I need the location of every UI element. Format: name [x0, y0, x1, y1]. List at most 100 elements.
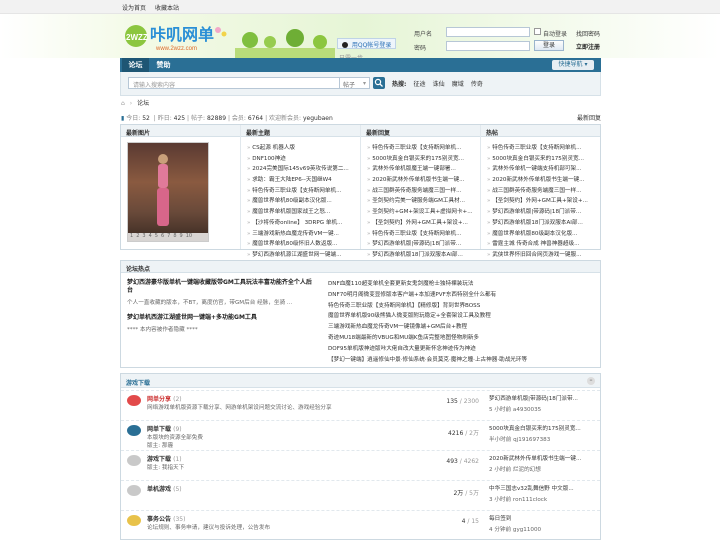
search-scope-select[interactable]: 帖子 ▾: [340, 77, 370, 89]
forum-counts: 2万 / 5万: [453, 490, 479, 497]
tab-forum[interactable]: 论坛: [122, 58, 149, 72]
list-item[interactable]: DNF100神迹: [247, 154, 356, 165]
list-item[interactable]: 2020新武林外传单机版书生端一键...: [487, 175, 596, 186]
list-item[interactable]: 三端游戏新热血魔龙传奇VM一键镜像端+GM后台+教程: [328, 322, 598, 333]
list-item[interactable]: 特色传奇三职业版【支持断网单机...: [247, 186, 356, 197]
forum-icon: [127, 395, 141, 406]
list-item[interactable]: 5000块真金白银买来的175别灵宽...: [487, 154, 596, 165]
forum-name[interactable]: 游戏下载 (1): [147, 454, 182, 463]
search-input[interactable]: 请输入搜索内容: [128, 77, 340, 89]
list-item[interactable]: 特色传奇三职业版【支持断网单机...: [367, 143, 476, 154]
forum-name[interactable]: 网单分享 (2): [147, 394, 182, 403]
forum-name[interactable]: 单机游戏 (5): [147, 484, 182, 493]
forum-row[interactable]: 游戏下载 (1) 版主: 我指天下 493 / 4262 2020新武林外传单机版书生…: [121, 450, 600, 474]
list-item[interactable]: 魔兽世界单机80级副本汉化版...: [247, 196, 356, 207]
forum-last-post[interactable]: 5000块真金白银买来的175别灵宽... 半小时前 qj19169738​3: [489, 424, 599, 443]
list-item[interactable]: 魔兽世界单机版90级熊猫人微变版附玩稳定+全套架设工具及教程: [328, 311, 598, 322]
list-item[interactable]: 2024完美国际145v69英攻传说第二...: [247, 164, 356, 175]
list-item[interactable]: 【沙将传奇online】 3DRPG 单机...: [247, 218, 356, 229]
list-item[interactable]: CS起源 机器人版: [247, 143, 356, 154]
list-item[interactable]: 魔兽世界单机80级怀旧人数返版...: [247, 239, 356, 250]
home-icon[interactable]: ⌂: [121, 100, 125, 107]
list-item[interactable]: 特色传奇三职业版【支持断网单机...: [487, 143, 596, 154]
forum-row[interactable]: 事务公告 (35) 论坛规则、事务申请，建议与投诉处理，公告发布 4 / 15 每日签…: [121, 510, 600, 534]
featured-post-title[interactable]: 梦幻西游豪华版单机一键端收藏版带GM工具玩法丰富功能齐全个人后台: [127, 279, 312, 295]
col-header: 最新图片: [121, 125, 240, 137]
set-home-link[interactable]: 设为首页: [122, 5, 146, 12]
forgot-password-link[interactable]: 找回密码: [576, 29, 600, 38]
header: 2WZZ 咔叽网单 www.2wzz.com 用QQ帐号登录 只需一步， 用户名…: [0, 14, 720, 62]
register-link[interactable]: 立即注册: [576, 42, 600, 51]
list-item[interactable]: 武林外传单机一键端支持机部可架...: [487, 164, 596, 175]
hot-term[interactable]: 诛仙: [433, 81, 445, 88]
list-item[interactable]: 三端游戏新热血魔龙传奇VM一键...: [247, 229, 356, 240]
list-item[interactable]: 2020新武林外传单机版书生端一键...: [367, 175, 476, 186]
auto-login-label: 自动登录: [543, 31, 568, 38]
list-item[interactable]: 圣剑契约完美一键服务端GM工具材...: [367, 196, 476, 207]
featured-image[interactable]: 1 2 3 4 5 6 7 8 9 10: [127, 142, 209, 242]
list-item[interactable]: 武林外传单机版魔王端一键部署...: [367, 164, 476, 175]
forum-row[interactable]: 网单下载 (9) 本版块的资源全部免费 版主: 那霾 4216 / 2万 5000块真金…: [121, 420, 600, 449]
list-item[interactable]: DOF95单机版神迹版咔大佬自改大量更新怀念神迹传为神迹: [328, 344, 598, 355]
list-item[interactable]: DNF70明月阁微变显修版本客户端+本加速PVF东西特别全什么都有: [328, 290, 598, 301]
hot-post-list: DNF血魔110超变单机全套更新女鬼剑魔枪士独特裸装玩法 DNF70明月阁微变显修…: [328, 279, 598, 365]
list-item[interactable]: 5000块真金白银买来的175别灵宽...: [367, 154, 476, 165]
forum-name[interactable]: 网单下载 (9): [147, 424, 182, 433]
hot-term[interactable]: 征途: [414, 81, 426, 88]
list-item[interactable]: 魔兽世界单机版国家战王之怒...: [247, 207, 356, 218]
forum-counts: 4216 / 2万: [448, 430, 479, 437]
forum-desc: 网络游戏单机版资源下载分享、网游单机架设问题交流讨论、游戏经验分享: [147, 405, 332, 411]
list-item[interactable]: 战三国群英传奇服务端魔三国一样...: [487, 186, 596, 197]
logo-sub: 2WZZ: [126, 33, 148, 42]
new-topics-list: CS起源 机器人版DNF100神迹2024完美国际145v69英攻传说第二...…: [241, 137, 360, 261]
list-item[interactable]: 梦幻西游单机版18门派双服本AI部...: [367, 250, 476, 261]
hot-term[interactable]: 魔域: [452, 81, 464, 88]
latest-reply-link[interactable]: 最新回复: [577, 113, 601, 122]
site-logo[interactable]: 2WZZ 咔叽网单 www.2wzz.com: [122, 18, 232, 56]
breadcrumb: ⌂ › 论坛: [121, 100, 150, 107]
forum-name[interactable]: 事务公告 (35): [147, 514, 185, 523]
featured-post-desc: 个人一直收藏的版本，不BT，离度仿官，带GM后台 经脉，坐骑 ...: [127, 300, 293, 306]
list-item[interactable]: 求助：霸王大陆EP6--天国继W4: [247, 175, 356, 186]
forum-row[interactable]: 网单分享 (2) 网络游戏单机版资源下载分享、网游单机架设问题交流讨论、游戏经验分…: [121, 390, 600, 414]
auto-login-checkbox[interactable]: [534, 28, 541, 35]
newest-member-link[interactable]: yegubaen: [303, 115, 333, 122]
forum-desc: 论坛规则、事务申请，建议与投诉处理，公告发布: [147, 525, 271, 531]
forum-icon: [127, 485, 141, 496]
list-item[interactable]: 【圣剑契约】外网+GM工具+架设+...: [487, 196, 596, 207]
list-item[interactable]: 圣剑契约+GM+架设工具+虚拟网卡+...: [367, 207, 476, 218]
list-item[interactable]: 武侠世界怀旧回合网页游戏一键服...: [487, 250, 596, 261]
list-item[interactable]: 雷霆主城 传奇合成 神兽神器超级...: [487, 239, 596, 250]
list-item[interactable]: 梦幻西游单机版|带源码|18门派带...: [367, 239, 476, 250]
forum-last-post[interactable]: 中华三国志v32乱舞信野 中文版... 3 小时前 ron111clock: [489, 484, 599, 503]
collapse-icon[interactable]: –: [587, 377, 595, 385]
list-item[interactable]: 梦幻西游单机版|带源码|18门派带...: [487, 207, 596, 218]
list-item[interactable]: 魔兽世界单机版80级副本汉化版...: [487, 229, 596, 240]
username-input[interactable]: [446, 27, 530, 37]
list-item[interactable]: DNF血魔110超变单机全套更新女鬼剑魔枪士独特裸装玩法: [328, 279, 598, 290]
list-item[interactable]: 梦幻西游单机源江湖盛世网一键端...: [247, 250, 356, 261]
qq-login-button[interactable]: 用QQ帐号登录: [337, 38, 397, 49]
featured-post-title[interactable]: 梦幻单机西游江湖盛世网一键端+多功能GM工具: [127, 314, 312, 322]
quick-nav-button[interactable]: 快捷导航 ▾: [552, 60, 594, 70]
login-button[interactable]: 登录: [534, 40, 564, 51]
tab-sponsor[interactable]: 赞助: [150, 58, 177, 72]
list-item[interactable]: 特色传奇三职业版【支持断网单机...: [367, 229, 476, 240]
forum-last-post[interactable]: 梦幻西游单机版|带源码|18门派带... 5 小时前 a4930035: [489, 394, 599, 413]
search-button[interactable]: [373, 77, 385, 89]
list-item[interactable]: 【圣剑契约】外网+GM工具+架设+...: [367, 218, 476, 229]
list-item[interactable]: 奇迹MU18端最新的VBUG和MU端K鱼店完整地图怪物刷新多: [328, 333, 598, 344]
list-item[interactable]: 【梦幻一键端】逍遥修仙中景·修仙系统·会员莫克·魔神之瞳·上古神器·助战光环等: [328, 355, 598, 366]
favorite-link[interactable]: 收藏本站: [155, 5, 179, 12]
hot-term[interactable]: 传奇: [471, 81, 483, 88]
forum-last-post[interactable]: 每日签到 4 分钟前 gyg11000: [489, 514, 599, 533]
list-item[interactable]: 特色传奇三职业版【支持断网单机】【精修版】背到世界BOSS: [328, 301, 598, 312]
breadcrumb-current[interactable]: 论坛: [137, 100, 149, 107]
search-icon: [374, 78, 383, 87]
list-item[interactable]: 梦幻西游单机版18门派双服本AI部...: [487, 218, 596, 229]
list-item[interactable]: 战三国群英传奇服务端魔三国一样...: [367, 186, 476, 197]
username-label: 用户名: [414, 31, 433, 38]
forum-last-post[interactable]: 2020新武林外传单机版书生端一键... 2 小时前 烂泥的幻想: [489, 454, 599, 473]
forum-row[interactable]: 单机游戏 (5) 2万 / 5万 中华三国志v32乱舞信野 中文版... 3 小时前 …: [121, 480, 600, 504]
password-input[interactable]: [446, 41, 530, 51]
